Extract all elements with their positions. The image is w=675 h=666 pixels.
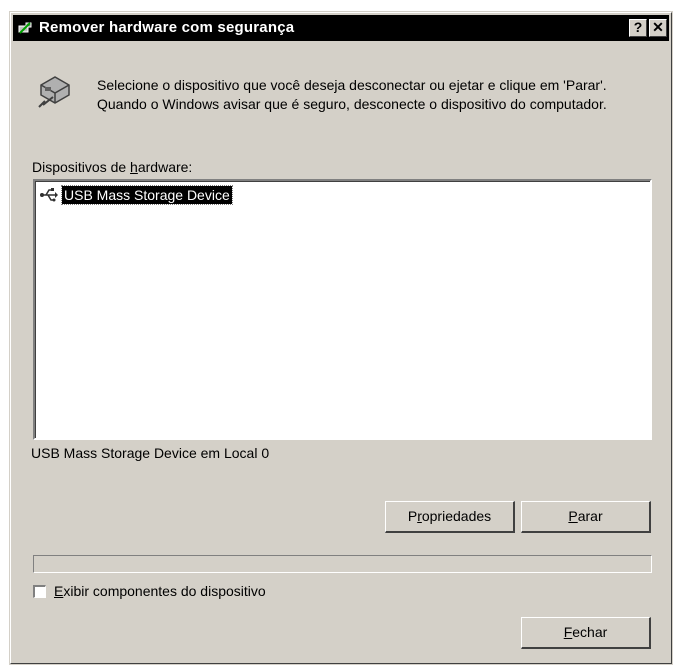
properties-button[interactable]: Propriedades bbox=[385, 501, 515, 533]
close-window-button[interactable]: ✕ bbox=[649, 19, 667, 37]
remove-hardware-icon bbox=[18, 22, 32, 34]
list-item[interactable]: USB Mass Storage Device bbox=[39, 185, 233, 205]
show-components-option[interactable]: Exibir componentes do dispositivo bbox=[33, 583, 266, 599]
device-item-label: USB Mass Storage Device bbox=[61, 185, 233, 205]
progress-bar bbox=[33, 555, 652, 573]
hardware-devices-list[interactable]: USB Mass Storage Device bbox=[33, 179, 652, 440]
hardware-eject-icon bbox=[38, 76, 70, 108]
help-button[interactable]: ? bbox=[629, 19, 647, 37]
title-bar[interactable]: Remover hardware com segurança ? ✕ bbox=[13, 15, 669, 41]
hardware-devices-label: Dispositivos de hardware: bbox=[32, 159, 193, 175]
device-location-text: USB Mass Storage Device em Local 0 bbox=[31, 445, 270, 461]
instructions-text: Selecione o dispositivo que você deseja … bbox=[97, 77, 607, 112]
stop-button[interactable]: Parar bbox=[521, 501, 651, 533]
show-components-checkbox[interactable] bbox=[33, 584, 46, 598]
safely-remove-hardware-dialog: Remover hardware com segurança ? ✕ Selec… bbox=[9, 11, 673, 665]
window-title: Remover hardware com segurança bbox=[39, 19, 295, 36]
close-button[interactable]: Fechar bbox=[521, 617, 651, 649]
usb-icon bbox=[40, 188, 58, 202]
show-components-label[interactable]: Exibir componentes do dispositivo bbox=[54, 583, 266, 599]
